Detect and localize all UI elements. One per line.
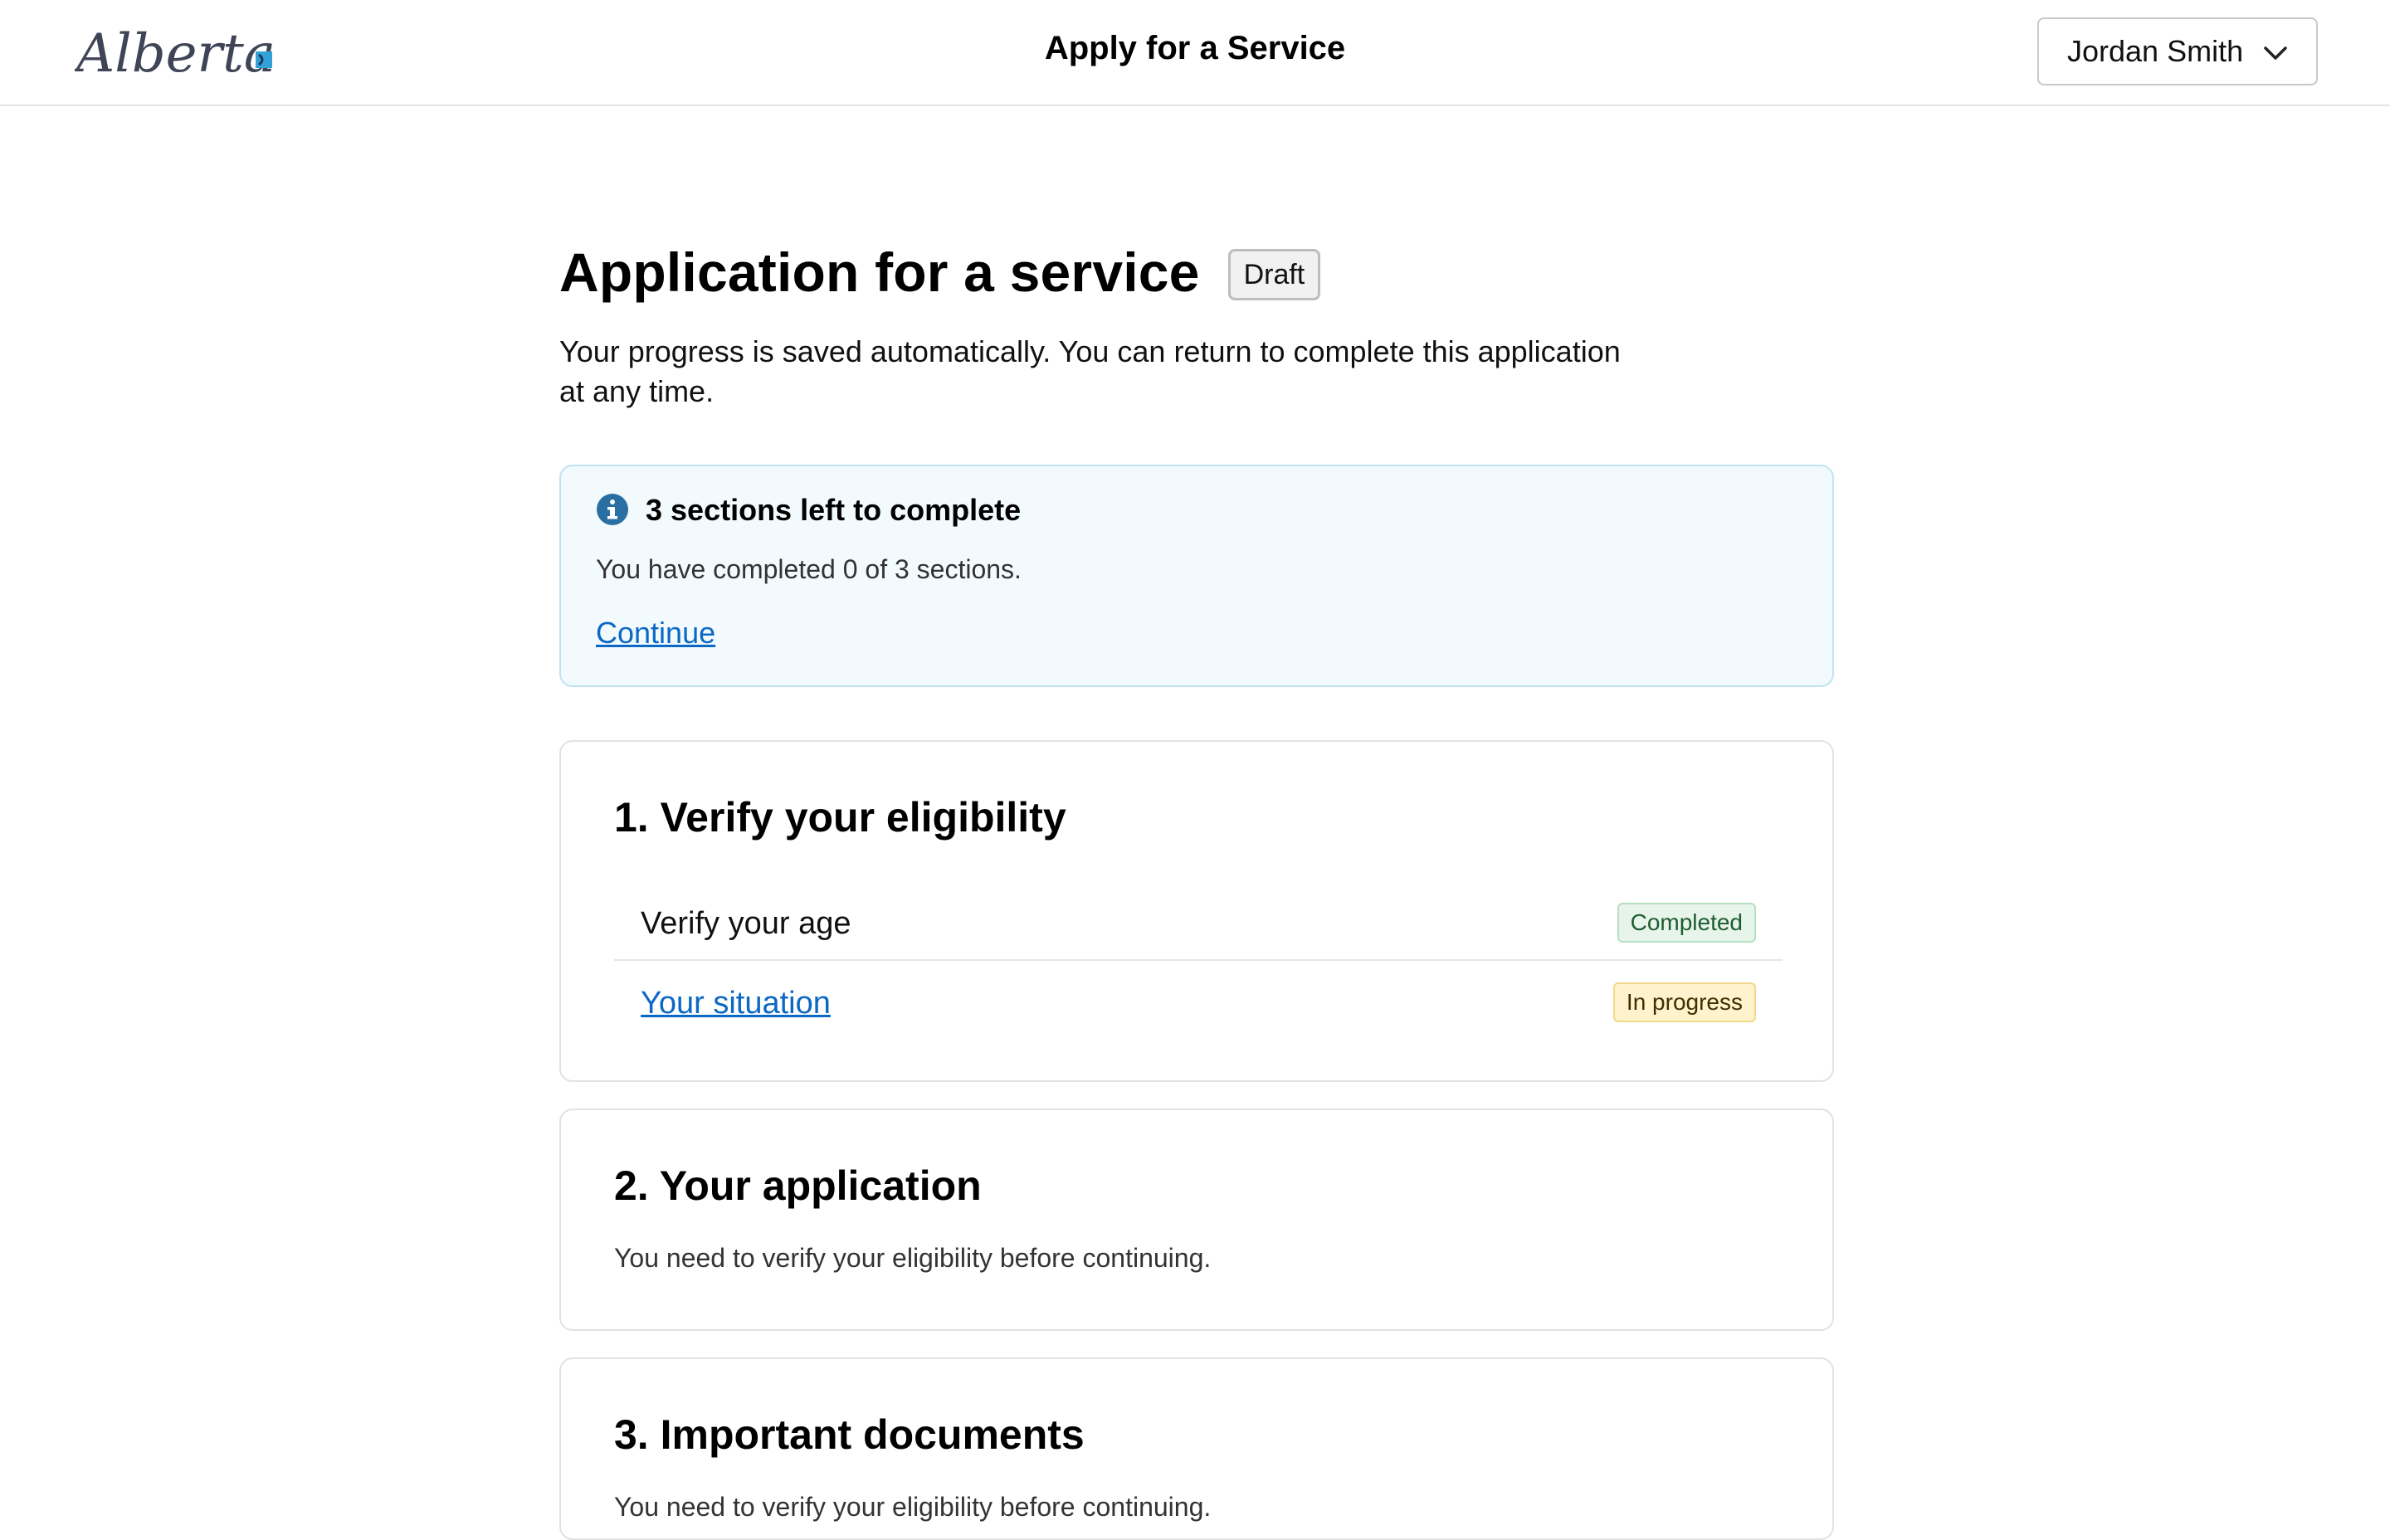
section-title: 1. Verify your eligibility: [614, 794, 1066, 841]
status-badge: Draft: [1227, 249, 1321, 300]
task-label-verify-age: Verify your age: [641, 906, 851, 941]
section-card-application: 2. Your application You need to verify y…: [559, 1109, 1834, 1331]
progress-callout: 3 sections left to complete You have com…: [559, 465, 1834, 687]
chevron-down-icon: [2264, 46, 2287, 60]
task-row: Your situation In progress: [614, 961, 1783, 1040]
section-message: You need to verify your eligibility befo…: [614, 1243, 1212, 1273]
status-badge-in-progress: In progress: [1612, 982, 1756, 1022]
section-title: 2. Your application: [614, 1162, 982, 1209]
section-card-eligibility: 1. Verify your eligibility Verify your a…: [559, 740, 1834, 1082]
callout-heading: 3 sections left to complete: [646, 493, 1022, 527]
top-header: Alberta Apply for a Service Jordan Smith: [0, 0, 2390, 106]
page-title-row: Application for a service Draft: [559, 241, 1321, 304]
status-badge-completed: Completed: [1617, 903, 1756, 943]
user-name: Jordan Smith: [2067, 34, 2244, 68]
section-card-documents: 3. Important documents You need to verif…: [559, 1357, 1834, 1540]
task-row: Verify your age Completed: [614, 881, 1783, 961]
intro-text: Your progress is saved automatically. Yo…: [559, 334, 1621, 408]
task-link-your-situation[interactable]: Your situation: [641, 986, 831, 1021]
task-list: Verify your age Completed Your situation…: [614, 881, 1783, 1040]
callout-text: You have completed 0 of 3 sections.: [596, 554, 1022, 584]
continue-link[interactable]: Continue: [596, 616, 715, 651]
info-icon: [597, 494, 628, 525]
app-title: Apply for a Service: [1044, 30, 1346, 66]
section-title: 3. Important documents: [614, 1411, 1085, 1458]
page-title: Application for a service: [559, 241, 1200, 303]
user-menu-button[interactable]: Jordan Smith: [2037, 17, 2318, 85]
